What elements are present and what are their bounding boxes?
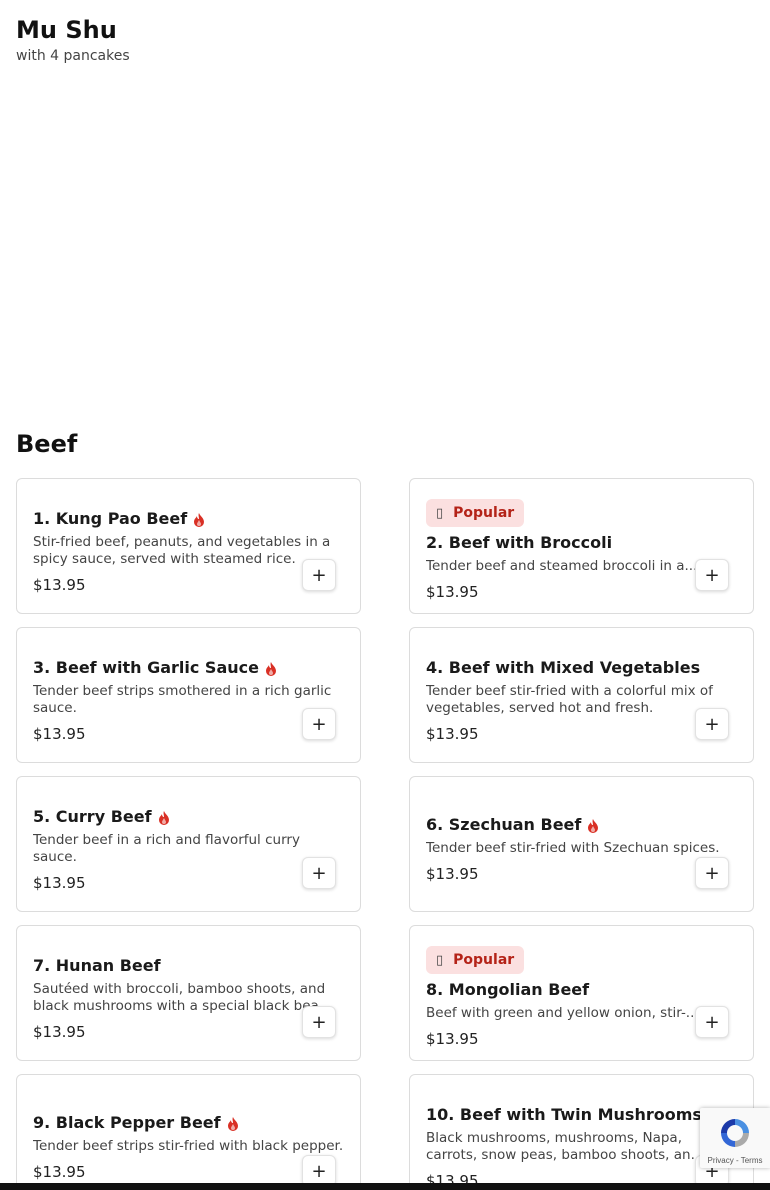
recaptcha-logo-icon <box>721 1119 749 1147</box>
top-item-subtitle: with 4 pancakes <box>16 48 130 64</box>
menu-item-name-row: 8. Mongolian Beef <box>426 978 737 1002</box>
menu-item-name-row: 3. Beef with Garlic Sauce <box>33 656 344 680</box>
menu-item-price: $13.95 <box>426 724 479 743</box>
menu-item-name: 7. Hunan Beef <box>33 955 161 975</box>
menu-item-price: $13.95 <box>33 575 86 594</box>
top-item-header: Mu Shu with 4 pancakes <box>16 14 130 64</box>
menu-item-description: Tender beef stir-fried with Szechuan spi… <box>426 840 720 856</box>
menu-item-name: 2. Beef with Broccoli <box>426 533 613 552</box>
menu-item-name: 9. Black Pepper Beef <box>33 1113 221 1132</box>
menu-items-grid: 1. Kung Pao Beef Stir-fried beef, peanuts… <box>16 478 754 1190</box>
add-to-cart-button[interactable]: + <box>695 1006 729 1038</box>
menu-item-description: Beef with green and yellow onion, stir-.… <box>426 1005 699 1021</box>
menu-item-name-row: 4. Beef with Mixed Vegetables <box>426 656 737 680</box>
menu-item-content: 7. Hunan Beef Sautéed with broccoli, bamb… <box>33 954 344 1041</box>
menu-item-price: $13.95 <box>33 1163 86 1181</box>
menu-item-name: 6. Szechuan Beef <box>426 815 582 834</box>
spicy-fire-icon <box>158 810 170 825</box>
add-to-cart-button[interactable]: + <box>302 708 336 740</box>
popular-label: Popular <box>453 505 515 521</box>
menu-item-card[interactable]: ▯ Popular 8. Mongolian Beef Beef with green… <box>409 925 754 1061</box>
menu-item-name: 5. Curry Beef <box>33 806 152 826</box>
section-title: Beef <box>16 430 78 458</box>
menu-item-price: $13.95 <box>33 873 86 892</box>
menu-page: Mu Shu with 4 pancakes Beef 1. Kung Pao … <box>0 0 770 1190</box>
menu-item-description: Stir-fried beef, peanuts, and vegetables… <box>33 533 331 567</box>
popular-badge: ▯ Popular <box>426 499 525 527</box>
menu-item-content: ▯ Popular 8. Mongolian Beef Beef with green… <box>426 946 737 1048</box>
menu-item-name-row: 9. Black Pepper Beef <box>33 1111 344 1135</box>
menu-item-card[interactable]: 7. Hunan Beef Sautéed with broccoli, bamb… <box>16 925 361 1061</box>
menu-item-description: Sautéed with broccoli, bamboo shoots, an… <box>33 980 332 1014</box>
menu-item-price: $13.95 <box>426 583 479 601</box>
menu-item-price: $13.95 <box>33 724 86 743</box>
menu-item-card[interactable]: 1. Kung Pao Beef Stir-fried beef, peanuts… <box>16 478 361 614</box>
spicy-fire-icon <box>587 818 599 833</box>
menu-item-content: 6. Szechuan Beef Tender beef stir-fried w… <box>426 813 737 883</box>
menu-item-name-row: 10. Beef with Twin Mushrooms <box>426 1103 737 1127</box>
menu-item-content: 9. Black Pepper Beef Tender beef strips s… <box>33 1111 344 1181</box>
menu-item-price: $13.95 <box>33 1022 86 1041</box>
recaptcha-text: Privacy - Terms <box>707 1156 763 1165</box>
menu-item-description: Tender beef in a rich and flavorful curr… <box>33 831 300 865</box>
add-to-cart-button[interactable]: + <box>695 857 729 889</box>
menu-item-content: 3. Beef with Garlic Sauce Tender beef str… <box>33 656 344 743</box>
menu-item-content: 4. Beef with Mixed Vegetables Tender beef… <box>426 656 737 743</box>
menu-item-name: 8. Mongolian Beef <box>426 980 590 999</box>
menu-item-card[interactable]: 4. Beef with Mixed Vegetables Tender beef… <box>409 627 754 763</box>
menu-item-name-row: 2. Beef with Broccoli <box>426 531 737 555</box>
top-item-title: Mu Shu <box>16 16 117 44</box>
menu-item-description: Tender beef stir-fried with a colorful m… <box>426 682 713 716</box>
menu-item-description: Tender beef strips smothered in a rich g… <box>33 682 332 716</box>
menu-item-name: 3. Beef with Garlic Sauce <box>33 657 259 677</box>
menu-item-content: ▯ Popular 2. Beef with Broccoli Tender beef… <box>426 499 737 601</box>
menu-item-card[interactable]: ▯ Popular 2. Beef with Broccoli Tender beef… <box>409 478 754 614</box>
popular-label: Popular <box>453 952 515 968</box>
popular-icon: ▯ <box>436 952 444 968</box>
menu-item-name-row: 6. Szechuan Beef <box>426 813 737 837</box>
menu-item-content: 5. Curry Beef Tender beef in a rich and f… <box>33 805 344 892</box>
menu-item-price: $13.95 <box>426 1030 479 1048</box>
menu-item-content: 10. Beef with Twin Mushrooms Black mushro… <box>426 1103 737 1190</box>
add-to-cart-button[interactable]: + <box>695 559 729 591</box>
spicy-fire-icon <box>227 1116 239 1131</box>
add-to-cart-button[interactable]: + <box>302 559 336 591</box>
menu-item-description: Tender beef and steamed broccoli in a... <box>426 558 698 574</box>
menu-item-name-row: 5. Curry Beef <box>33 805 344 829</box>
recaptcha-badge[interactable]: Privacy - Terms <box>700 1108 770 1168</box>
menu-item-description: Tender beef strips stir-fried with black… <box>33 1138 344 1154</box>
menu-item-name: 4. Beef with Mixed Vegetables <box>426 657 701 677</box>
spicy-fire-icon <box>265 661 277 676</box>
menu-item-description: Black mushrooms, mushrooms, Napa, carrot… <box>426 1129 704 1163</box>
menu-item-name: 1. Kung Pao Beef <box>33 508 188 528</box>
menu-item-card[interactable]: 6. Szechuan Beef Tender beef stir-fried w… <box>409 776 754 912</box>
menu-item-name: 10. Beef with Twin Mushrooms <box>426 1104 702 1124</box>
spicy-fire-icon <box>193 512 205 527</box>
menu-item-card[interactable]: 5. Curry Beef Tender beef in a rich and f… <box>16 776 361 912</box>
popular-icon: ▯ <box>436 505 444 521</box>
menu-item-name-row: 1. Kung Pao Beef <box>33 507 344 531</box>
bottom-bar <box>0 1183 770 1190</box>
menu-item-content: 1. Kung Pao Beef Stir-fried beef, peanuts… <box>33 507 344 594</box>
add-to-cart-button[interactable]: + <box>302 857 336 889</box>
menu-item-card[interactable]: 3. Beef with Garlic Sauce Tender beef str… <box>16 627 361 763</box>
menu-item-price: $13.95 <box>426 865 479 883</box>
add-to-cart-button[interactable]: + <box>302 1006 336 1038</box>
menu-item-name-row: 7. Hunan Beef <box>33 954 344 978</box>
menu-item-card[interactable]: 9. Black Pepper Beef Tender beef strips s… <box>16 1074 361 1190</box>
add-to-cart-button[interactable]: + <box>695 708 729 740</box>
popular-badge: ▯ Popular <box>426 946 525 974</box>
